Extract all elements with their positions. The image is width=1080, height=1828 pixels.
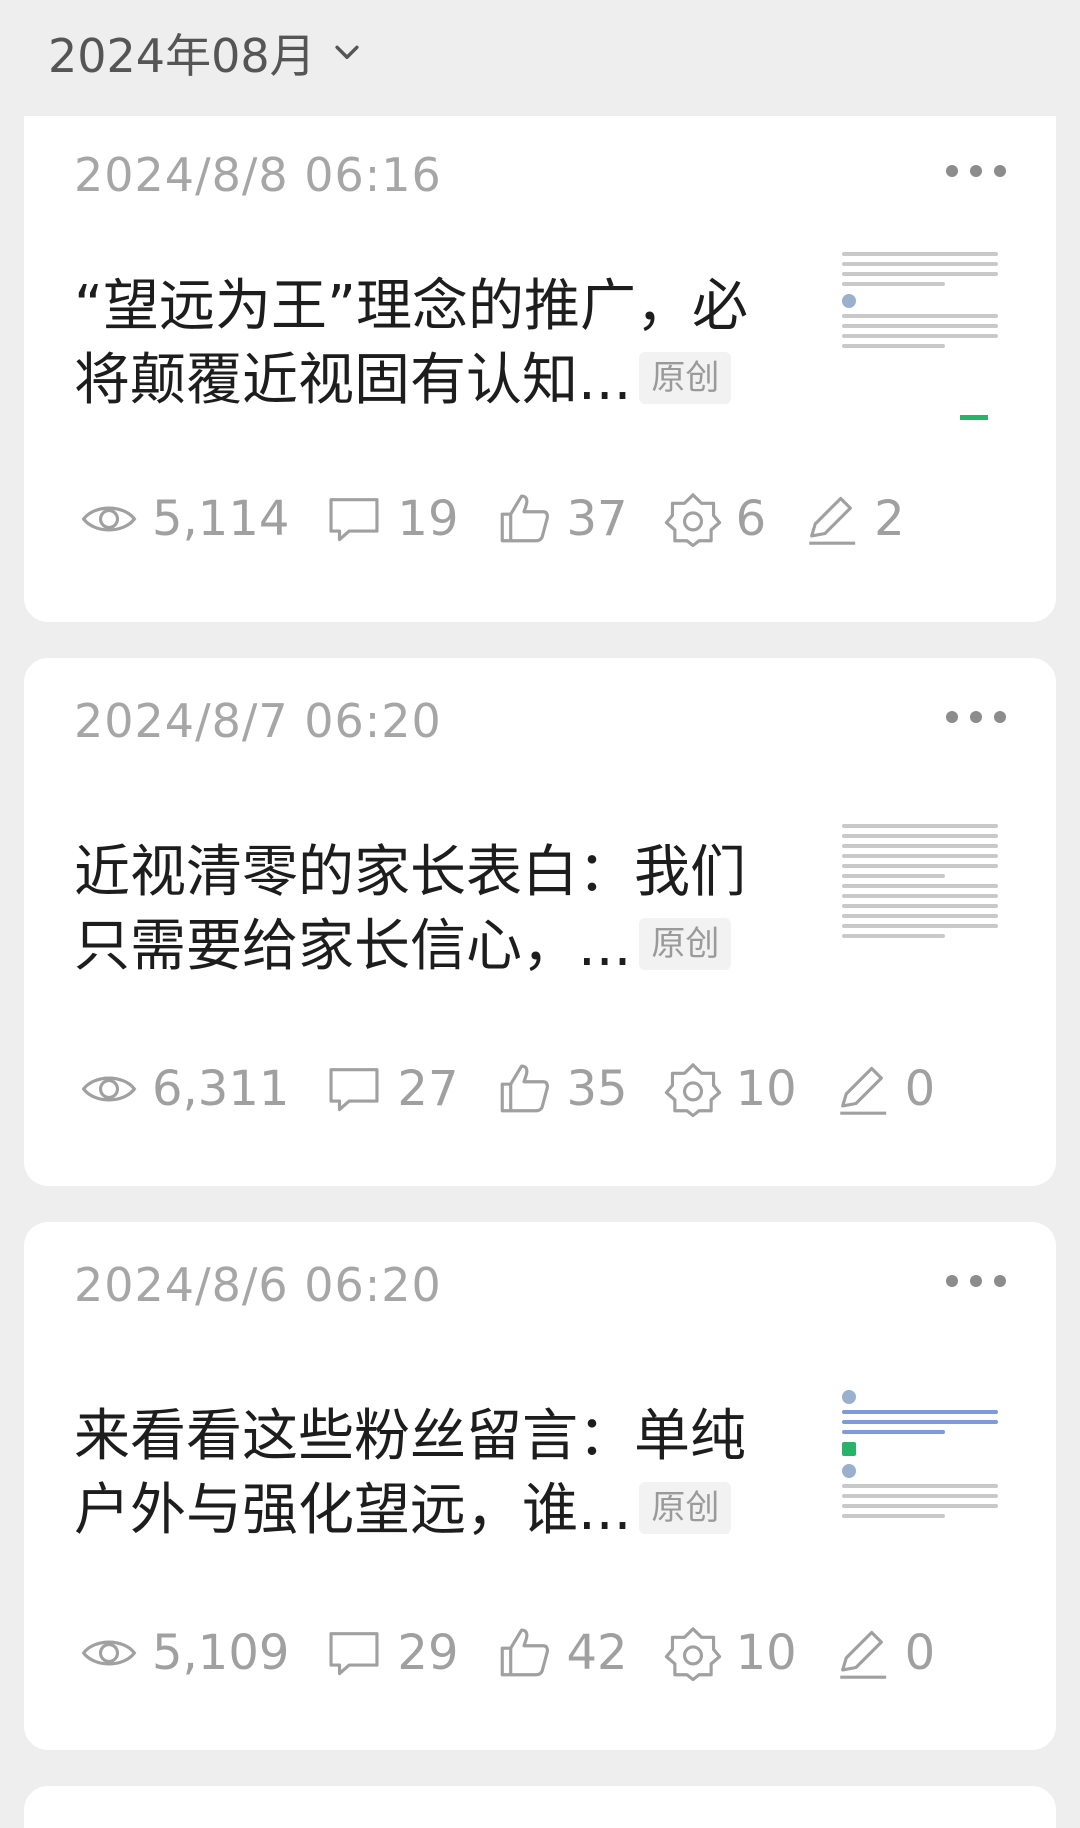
- views-count: 5,109: [152, 1625, 290, 1681]
- article-title[interactable]: 近视清零的家长表白：我们只需要给家长信心，... 原创: [74, 836, 794, 984]
- comments-count: 27: [397, 1061, 459, 1117]
- likes-stat: 37: [495, 490, 628, 548]
- original-tag: 原创: [639, 917, 732, 970]
- share-icon: [664, 1063, 721, 1118]
- thumbs-up-icon: [500, 1628, 549, 1677]
- original-tag: 原创: [639, 351, 732, 404]
- shares-count: 6: [735, 491, 767, 547]
- article-title[interactable]: “望远为王”理念的推广，必将颠覆近视固有认知... 原创: [74, 270, 794, 418]
- edits-stat: 2: [802, 490, 905, 548]
- original-tag: 原创: [639, 1481, 732, 1534]
- shares-stat: 10: [664, 1060, 797, 1118]
- thumbs-up-icon: [500, 1064, 549, 1113]
- eye-icon: [81, 1076, 137, 1102]
- share-icon: [664, 1627, 721, 1682]
- eye-icon: [81, 506, 137, 532]
- comments-count: 19: [397, 491, 459, 547]
- article-thumbnail[interactable]: [834, 818, 1006, 1008]
- edits-stat: 0: [833, 1624, 936, 1682]
- more-icon[interactable]: [946, 702, 1006, 732]
- share-icon: [664, 493, 721, 548]
- article-card[interactable]: 2024/8/8 06:16 “望远为王”理念的推广，必将颠覆近视固有认知...…: [24, 116, 1056, 622]
- comment-icon: [329, 1068, 379, 1112]
- views-stat: 6,311: [80, 1060, 289, 1118]
- article-date: 2024/8/8 06:16: [74, 148, 442, 202]
- views-stat: 5,114: [80, 490, 289, 548]
- more-icon[interactable]: [946, 156, 1006, 186]
- likes-stat: 42: [495, 1624, 628, 1682]
- eye-icon: [81, 1640, 137, 1666]
- comments-stat: 29: [325, 1624, 459, 1682]
- thumbs-up-icon: [500, 494, 549, 543]
- pen-icon: [809, 496, 856, 545]
- article-stats: 6,311 27 35 10 0: [80, 1054, 971, 1124]
- likes-count: 35: [566, 1061, 628, 1117]
- month-selector[interactable]: 2024年08月: [48, 18, 364, 88]
- likes-count: 42: [566, 1625, 628, 1681]
- month-label: 2024年08月: [48, 29, 316, 83]
- shares-count: 10: [735, 1061, 797, 1117]
- article-stats: 5,109 29 42 10 0: [80, 1618, 971, 1688]
- edits-stat: 0: [833, 1060, 936, 1118]
- article-card[interactable]: 2024/8/6 06:20 来看看这些粉丝留言：单纯户外与强化望远，谁... 原…: [24, 1222, 1056, 1750]
- pen-icon: [839, 1630, 886, 1679]
- comments-stat: 27: [325, 1060, 459, 1118]
- shares-stat: 10: [664, 1624, 797, 1682]
- comment-icon: [329, 498, 379, 542]
- shares-count: 10: [735, 1625, 797, 1681]
- pen-icon: [839, 1066, 886, 1115]
- article-title[interactable]: 来看看这些粉丝留言：单纯户外与强化望远，谁... 原创: [74, 1400, 794, 1548]
- comments-count: 29: [397, 1625, 459, 1681]
- article-date: 2024/8/7 06:20: [74, 694, 442, 748]
- chevron-down-icon: [334, 45, 359, 59]
- views-stat: 5,109: [80, 1624, 289, 1682]
- comments-stat: 19: [325, 490, 459, 548]
- views-count: 5,114: [152, 491, 290, 547]
- article-date: 2024/8/6 06:20: [74, 1258, 442, 1312]
- edits-count: 0: [904, 1625, 936, 1681]
- article-card[interactable]: 2024/8/7 06:20 近视清零的家长表白：我们只需要给家长信心，... 原…: [24, 658, 1056, 1186]
- shares-stat: 6: [664, 490, 767, 548]
- article-card[interactable]: [24, 1786, 1056, 1828]
- edits-count: 0: [904, 1061, 936, 1117]
- edits-count: 2: [874, 491, 905, 547]
- views-count: 6,311: [152, 1061, 290, 1117]
- more-icon[interactable]: [946, 1266, 1006, 1296]
- article-thumbnail[interactable]: [834, 1382, 1006, 1572]
- article-stats: 5,114 19 37 6 2: [80, 484, 941, 554]
- likes-stat: 35: [495, 1060, 628, 1118]
- article-thumbnail[interactable]: [834, 246, 1006, 436]
- likes-count: 37: [566, 491, 628, 547]
- comment-icon: [329, 1632, 379, 1676]
